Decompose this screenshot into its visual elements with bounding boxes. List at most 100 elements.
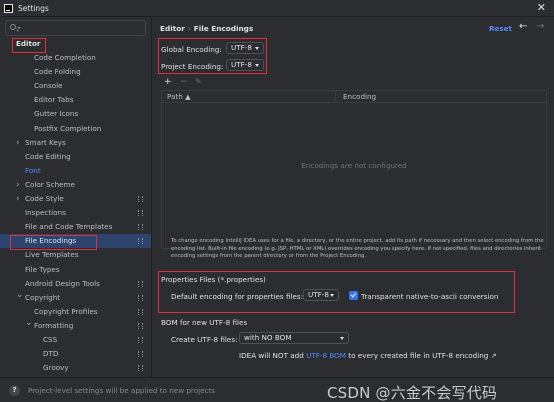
project-level-settings-icon (138, 308, 143, 315)
sidebar-item-label: Formatting (34, 320, 74, 330)
search-history-caret-icon[interactable] (17, 27, 21, 29)
sidebar-item-label: Font (25, 165, 41, 175)
search-icon (10, 24, 16, 30)
sidebar-item-file-types[interactable]: File Types (0, 263, 151, 277)
sidebar-item-code-style[interactable]: › Code Style (0, 192, 151, 206)
sidebar-item-color-scheme[interactable]: › Color Scheme (0, 178, 151, 192)
project-level-settings-icon (138, 210, 143, 217)
sidebar-item-smart-keys[interactable]: › Smart Keys (0, 136, 151, 150)
encoding-help-text: To change encoding IntelliJ IDEA uses fo… (171, 238, 544, 260)
sidebar-item-console[interactable]: Console (0, 79, 151, 93)
sidebar-item-label: Copyright Profiles (34, 306, 98, 316)
sidebar-item-formatting[interactable]: ⌄ Formatting (0, 316, 151, 333)
edit-icon[interactable]: ✎ (195, 77, 202, 87)
sidebar-item-label: Code Completion (34, 53, 96, 63)
search-input[interactable] (5, 20, 146, 36)
sidebar-item-code-editing[interactable]: Code Editing (0, 150, 151, 164)
sidebar-item-gutter-icons[interactable]: Gutter Icons (0, 107, 151, 121)
status-bar: ? Project-level settings will be applied… (0, 377, 554, 402)
reset-link[interactable]: Reset (489, 24, 512, 33)
project-level-settings-icon (138, 322, 143, 329)
breadcrumb-separator: › (187, 24, 191, 33)
main-panel: Editor › File Encodings Reset ← → Global E… (153, 17, 554, 377)
sidebar-item-label: CSS (43, 334, 58, 344)
bom-note-suffix: to every created file in UTF-8 encoding … (345, 351, 497, 360)
forward-arrow-icon[interactable]: → (536, 21, 544, 32)
chevron-down-icon (340, 337, 344, 340)
utf8-bom-link[interactable]: UTF-8 BOM (306, 351, 346, 360)
add-icon[interactable]: + (164, 77, 172, 87)
sidebar-item-label: File Types (25, 264, 60, 274)
sidebar-item-label: Editor Tabs (34, 95, 74, 105)
sidebar-item-label: Code Editing (25, 151, 71, 161)
project-level-settings-icon (138, 351, 143, 358)
sidebar-item-label: Android Design Tools (25, 278, 100, 288)
breadcrumb: Editor › File Encodings (160, 24, 253, 33)
chevron-right-icon[interactable]: › (16, 178, 20, 192)
sidebar-item-label: File and Code Templates (25, 222, 113, 232)
chevron-right-icon[interactable]: › (16, 136, 20, 150)
project-level-settings-icon (138, 336, 143, 343)
sidebar-item-copyright[interactable]: ⌄ Copyright (0, 288, 151, 305)
sidebar-item-editor-tabs[interactable]: Editor Tabs (0, 93, 151, 107)
sidebar-item-label: Live Templates (25, 250, 79, 260)
annotation-box-file-encodings (10, 235, 97, 250)
close-icon[interactable]: ✕ (537, 2, 546, 14)
settings-sidebar: Editor Code Completion Code Folding Console… (0, 17, 152, 377)
table-empty-text: Encodings are not configured (301, 161, 407, 170)
intellij-logo-icon (4, 3, 13, 13)
sidebar-item-postfix-completion[interactable]: Postfix Completion (0, 122, 151, 136)
column-divider[interactable] (335, 91, 336, 103)
project-level-settings-icon (138, 294, 143, 301)
remove-icon[interactable]: − (180, 77, 188, 87)
sidebar-item-groovy[interactable]: Groovy (0, 361, 151, 375)
sidebar-item-label: Copyright (25, 292, 61, 302)
project-level-settings-icon (138, 280, 143, 287)
sidebar-item-label: Inspections (25, 208, 66, 218)
bom-section-title: BOM for new UTF-8 files (161, 318, 248, 327)
breadcrumb-parent[interactable]: Editor (160, 24, 185, 33)
sidebar-item-label: Postfix Completion (34, 123, 102, 133)
status-text: Project-level settings will be applied t… (28, 386, 216, 395)
chevron-down-icon[interactable]: ⌄ (16, 288, 24, 302)
sidebar-item-file-and-code-templates[interactable]: File and Code Templates (0, 220, 151, 234)
column-header-path[interactable]: Path ▲ (167, 92, 191, 101)
settings-tree: Editor Code Completion Code Folding Console… (0, 37, 151, 375)
sidebar-item-label: Groovy (43, 363, 69, 373)
bom-dropdown[interactable]: with NO BOM (239, 332, 349, 344)
sidebar-item-label: Gutter Icons (34, 109, 79, 119)
project-level-settings-icon (138, 224, 143, 231)
title-bar: Settings ✕ (0, 0, 554, 17)
sidebar-item-label: Code Style (25, 194, 64, 204)
bom-dropdown-value: with NO BOM (244, 333, 292, 342)
project-level-settings-icon (138, 196, 143, 203)
chevron-down-icon[interactable]: ⌄ (25, 316, 33, 330)
sidebar-item-code-completion[interactable]: Code Completion (0, 51, 151, 65)
help-icon[interactable]: ? (9, 385, 20, 396)
sidebar-item-dtd[interactable]: DTD (0, 347, 151, 361)
sidebar-item-label: DTD (43, 349, 59, 359)
sidebar-item-font[interactable]: Font (0, 164, 151, 178)
bom-create-label: Create UTF-8 files: (171, 335, 238, 344)
sidebar-item-label: Code Folding (34, 67, 81, 77)
sidebar-item-copyright-profiles[interactable]: Copyright Profiles (0, 305, 151, 319)
window-title: Settings (18, 3, 49, 13)
bom-note: IDEA will NOT add UTF-8 BOM to every cre… (239, 351, 497, 360)
encodings-table[interactable]: Path ▲ Encoding Encodings are not config… (161, 90, 547, 249)
table-header: Path ▲ Encoding (162, 91, 546, 103)
bom-note-prefix: IDEA will NOT add (239, 351, 307, 360)
sidebar-item-label: Console (34, 81, 63, 91)
column-header-encoding[interactable]: Encoding (343, 92, 376, 101)
sidebar-item-live-templates[interactable]: Live Templates (0, 248, 151, 262)
back-arrow-icon[interactable]: ← (519, 21, 527, 32)
sidebar-item-code-folding[interactable]: Code Folding (0, 65, 151, 79)
annotation-box-editor (12, 38, 46, 53)
sidebar-item-inspections[interactable]: Inspections (0, 206, 151, 220)
breadcrumb-current: File Encodings (193, 24, 254, 33)
project-level-settings-icon (138, 365, 143, 372)
sidebar-item-label: Smart Keys (25, 137, 66, 147)
project-level-settings-icon (138, 238, 143, 245)
sidebar-item-label: Color Scheme (25, 179, 75, 189)
sidebar-item-css[interactable]: CSS (0, 333, 151, 347)
chevron-right-icon[interactable]: › (16, 192, 20, 206)
